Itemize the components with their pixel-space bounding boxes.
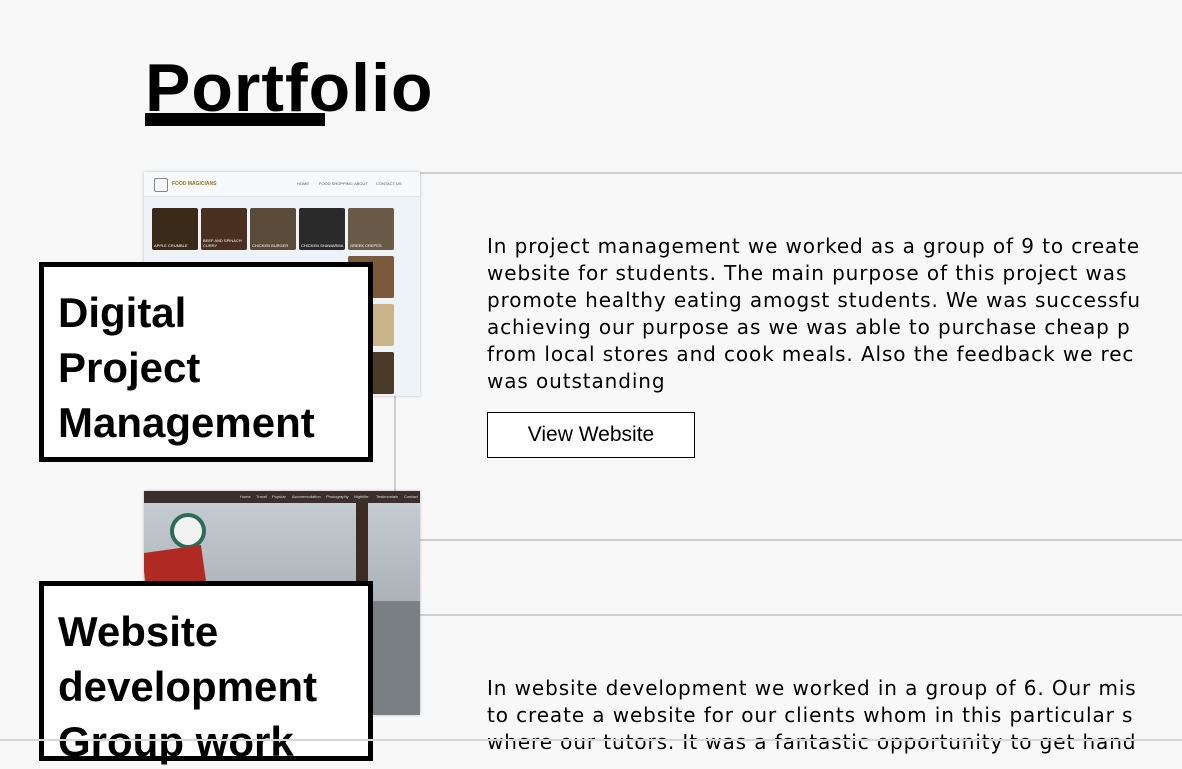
thumbnail-nav-item: Accommodation [292, 494, 321, 499]
project-description-2: In website development we worked in a gr… [487, 675, 1137, 756]
thumbnail-cell-label: CHICKEN BURGER [252, 243, 289, 248]
divider-top-2 [420, 614, 1182, 616]
thumbnail-nav-item: FOOD SHOPPING [319, 181, 353, 186]
chef-hat-icon [154, 178, 168, 192]
thumbnail-nav-item: Home [240, 494, 251, 499]
description-line: In website development we worked in a gr… [487, 676, 1137, 700]
description-line: In project management we worked as a gro… [487, 234, 1141, 258]
project-label-line: Digital [58, 289, 187, 336]
description-line: to create a website for our clients whom… [487, 703, 1134, 727]
description-line: achieving our purpose as we was able to … [487, 315, 1131, 339]
view-website-button[interactable]: View Website [487, 412, 695, 458]
project-label-line: Management [58, 399, 315, 446]
description-line: where our tutors. It was a fantastic opp… [487, 730, 1137, 754]
clock-tower-image [170, 513, 206, 549]
project-label-line: Group work [58, 718, 294, 765]
description-line: was outstanding [487, 369, 666, 393]
thumbnail-nav-item: Testimonials [376, 494, 399, 499]
project-label-line: Website [58, 608, 219, 655]
thumbnail-nav-item: ABOUT [354, 181, 368, 186]
project-label-line: development [58, 663, 318, 710]
thumbnail-food-cell: GREEK CREPES [348, 208, 394, 250]
thumbnail-cell-label: GREEK CREPES [350, 243, 382, 248]
thumbnail-food-cell: CHICKEN SHAWARMA [299, 208, 345, 250]
project-label-1: Digital Project Management [39, 262, 373, 462]
divider-top-1 [420, 172, 1182, 174]
project-description-1: In project management we worked as a gro… [487, 233, 1141, 395]
thumbnail-header: FOOD MAGICIANS HOME FOOD SHOPPING ABOUT … [144, 172, 420, 197]
thumbnail-cell-label: BEEF AND SPINACH CURRY [203, 238, 242, 248]
thumbnail-nav-item: Nightlife [354, 494, 369, 499]
thumbnail-brand: FOOD MAGICIANS [172, 181, 217, 187]
thumbnail-food-cell: CHICKEN BURGER [250, 208, 296, 250]
thumbnail-nav: Home Travel Popular Accommodation Photog… [144, 491, 420, 503]
thumbnail-nav-item: HOME [297, 181, 309, 186]
title-underline [145, 113, 325, 126]
thumbnail-nav-item: Popular [272, 494, 286, 499]
thumbnail-nav-item: Travel [256, 494, 267, 499]
description-line: from local stores and cook meals. Also t… [487, 342, 1135, 366]
thumbnail-food-cell: APPLE CRUMBLE [152, 208, 198, 250]
project-label-line: Project [58, 344, 201, 391]
thumbnail-nav-item: CONTACT US [376, 181, 402, 186]
description-line: promote healthy eating amogst students. … [487, 288, 1142, 312]
project-label-2: Website development Group work [39, 581, 373, 765]
thumbnail-cell-label: CHICKEN SHAWARMA [301, 243, 344, 248]
divider-left-1 [394, 396, 396, 491]
building-image [372, 601, 420, 715]
thumbnail-cell-label: APPLE CRUMBLE [154, 243, 188, 248]
thumbnail-food-cell: BEEF AND SPINACH CURRY [201, 208, 247, 250]
thumbnail-nav-item: Photography [326, 494, 349, 499]
divider-bottom-1 [420, 539, 1182, 541]
description-line: website for students. The main purpose o… [487, 261, 1128, 285]
thumbnail-nav-item: Contact [404, 494, 418, 499]
